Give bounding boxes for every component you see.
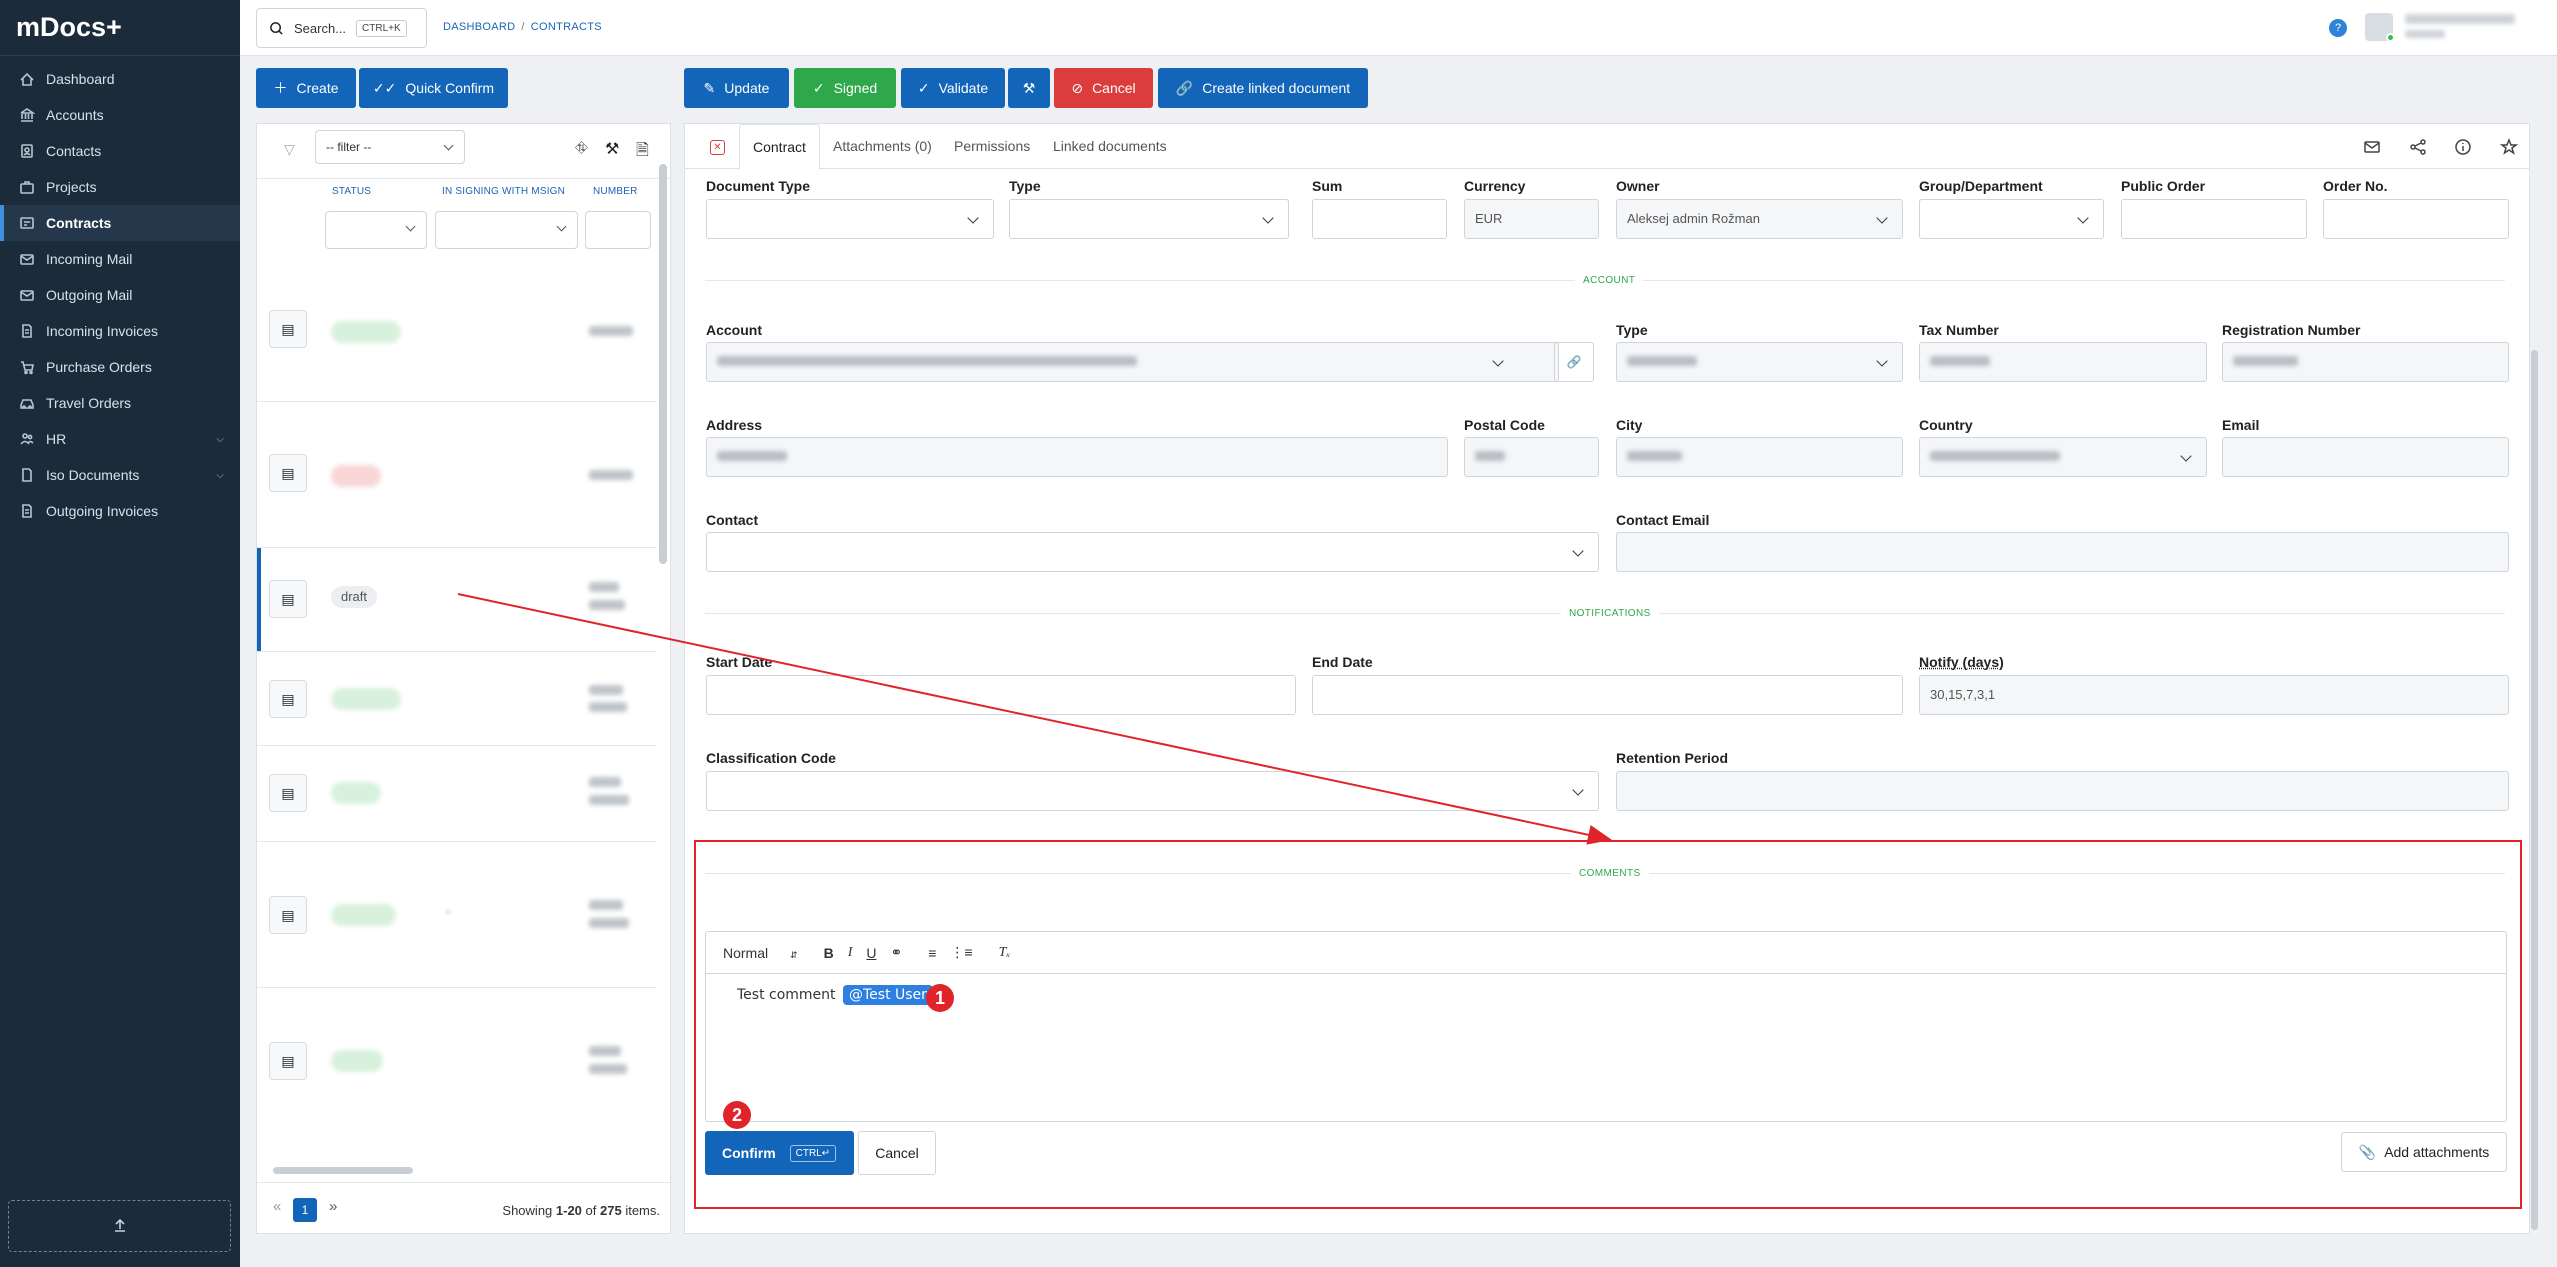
cancel-comment-button[interactable]: Cancel — [858, 1131, 936, 1175]
format-select[interactable]: Normal ⇵ — [723, 945, 798, 961]
annotation-marker-1: 1 — [926, 984, 954, 1012]
italic-icon[interactable]: I — [848, 945, 853, 961]
bullet-list-icon[interactable]: ⋮≡ — [950, 944, 972, 961]
confirm-shortcut: CTRL↵ — [789, 1144, 837, 1162]
format-select-value: Normal — [723, 944, 769, 961]
bold-icon[interactable]: B — [824, 945, 834, 961]
confirm-comment-button[interactable]: Confirm CTRL↵ — [705, 1131, 854, 1175]
comment-editor[interactable]: Normal ⇵ B I U ⚭ ≡ ⋮≡ Tₓ Test comment @T… — [705, 931, 2507, 1122]
comment-text-area[interactable]: Test comment @Test User — [706, 974, 2506, 1005]
chevron-up-down-icon: ⇵ — [790, 949, 798, 960]
annotation-marker-2: 2 — [723, 1101, 751, 1129]
link-icon[interactable]: ⚭ — [890, 944, 902, 961]
user-mention-tag[interactable]: @Test User — [843, 985, 933, 1005]
ordered-list-icon[interactable]: ≡ — [928, 945, 936, 961]
comment-text: Test comment — [737, 987, 836, 1003]
editor-toolbar: Normal ⇵ B I U ⚭ ≡ ⋮≡ Tₓ — [706, 932, 2506, 974]
clear-format-icon[interactable]: Tₓ — [999, 945, 1011, 961]
add-attachments-label: Add attachments — [2384, 1144, 2490, 1160]
underline-icon[interactable]: U — [866, 945, 876, 961]
add-attachments-button[interactable]: 📎 Add attachments — [2341, 1132, 2507, 1172]
paperclip-icon: 📎 — [2358, 1143, 2377, 1160]
confirm-label: Confirm — [722, 1145, 776, 1161]
